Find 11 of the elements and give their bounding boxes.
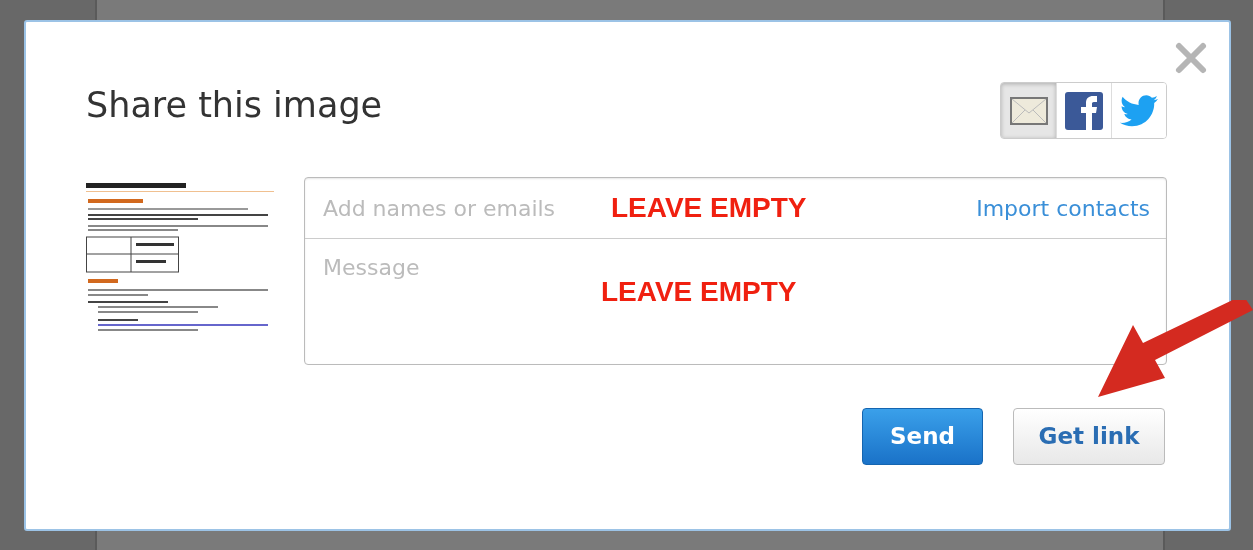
annotation-text: LEAVE EMPTY <box>601 275 797 309</box>
envelope-icon[interactable] <box>1001 83 1056 138</box>
recipients-field[interactable]: Add names or emails <box>321 190 611 226</box>
annotation-text: LEAVE EMPTY <box>611 191 807 225</box>
dialog-title: Share this image <box>86 84 383 126</box>
send-button[interactable]: Send <box>862 408 983 465</box>
bird-icon[interactable] <box>1111 83 1166 138</box>
message-field[interactable]: Message <box>321 249 601 309</box>
get-link-button[interactable]: Get link <box>1013 408 1165 465</box>
import-contacts-link[interactable]: Import contacts <box>976 191 1150 225</box>
close-icon[interactable] <box>1173 40 1209 76</box>
